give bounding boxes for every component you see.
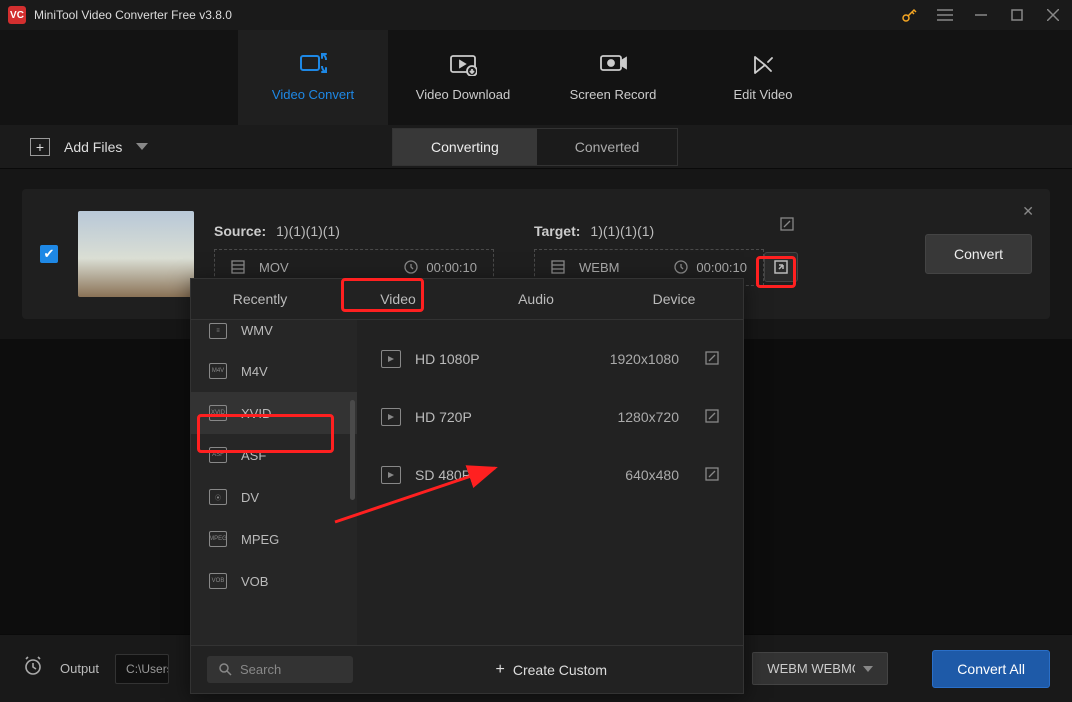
format-wmv[interactable]: ≡WMV xyxy=(191,324,357,350)
source-codec: MOV xyxy=(259,260,289,275)
m4v-icon: M4V xyxy=(209,363,227,379)
upgrade-key-icon[interactable] xyxy=(898,4,920,26)
toolbar: + Add Files Converting Converted xyxy=(0,125,1072,169)
convert-button[interactable]: Convert xyxy=(925,234,1032,274)
titlebar: VC MiniTool Video Converter Free v3.8.0 xyxy=(0,0,1072,30)
top-tabs: Video Convert Video Download Screen Reco… xyxy=(0,30,1072,125)
tab-video-download[interactable]: Video Download xyxy=(388,30,538,125)
search-icon xyxy=(219,663,232,676)
tab-label: Video Download xyxy=(416,87,510,102)
codec-icon xyxy=(231,260,245,274)
target-label: Target: xyxy=(534,223,580,239)
chevron-down-icon xyxy=(136,143,148,151)
tab-label: Edit Video xyxy=(733,87,792,102)
resolution-1080p[interactable]: HD 1080P 1920x1080 xyxy=(357,330,743,388)
format-search-input[interactable]: Search xyxy=(207,656,353,683)
target-codec: WEBM xyxy=(579,260,619,275)
create-custom-button[interactable]: + Create Custom xyxy=(496,661,608,679)
codec-icon xyxy=(551,260,565,274)
screen-record-icon xyxy=(598,53,628,77)
output-format-label: WEBM WEBMCus xyxy=(767,661,855,676)
add-files-icon: + xyxy=(30,138,50,156)
video-file-icon xyxy=(381,408,401,426)
tab-screen-record[interactable]: Screen Record xyxy=(538,30,688,125)
source-filename: 1)(1)(1)(1) xyxy=(276,223,340,239)
format-vob[interactable]: VOBVOB xyxy=(191,560,357,602)
res-dim: 1280x720 xyxy=(559,409,679,425)
source-duration: 00:00:10 xyxy=(426,260,477,275)
output-path-input[interactable]: C:\Users xyxy=(115,654,169,684)
add-files-label: Add Files xyxy=(64,139,122,155)
video-convert-icon xyxy=(298,53,328,77)
dropdown-tab-audio[interactable]: Audio xyxy=(467,279,605,319)
video-thumbnail[interactable] xyxy=(78,211,194,297)
dropdown-tab-device[interactable]: Device xyxy=(605,279,743,319)
menu-icon[interactable] xyxy=(934,4,956,26)
task-checkbox[interactable]: ✔ xyxy=(40,245,58,263)
res-edit-icon[interactable] xyxy=(705,409,719,426)
annotation-arrow xyxy=(330,460,510,530)
res-edit-icon[interactable] xyxy=(705,351,719,368)
target-filename: 1)(1)(1)(1) xyxy=(590,223,654,239)
converting-tab[interactable]: Converting xyxy=(393,129,537,165)
asf-icon: ASF xyxy=(209,447,227,463)
clock-icon xyxy=(404,260,418,274)
video-download-icon xyxy=(448,53,478,77)
minimize-icon[interactable] xyxy=(970,4,992,26)
video-file-icon xyxy=(381,350,401,368)
resolution-720p[interactable]: HD 720P 1280x720 xyxy=(357,388,743,446)
vob-icon: VOB xyxy=(209,573,227,589)
wmv-icon: ≡ xyxy=(209,323,227,339)
chevron-down-icon xyxy=(863,666,873,672)
source-label: Source: xyxy=(214,223,266,239)
search-placeholder: Search xyxy=(240,662,281,677)
target-info: Target: 1)(1)(1)(1) WEBM 00:00:10 xyxy=(534,223,798,286)
dropdown-tab-video[interactable]: Video xyxy=(329,279,467,319)
dropdown-tab-recently[interactable]: Recently xyxy=(191,279,329,319)
target-duration: 00:00:10 xyxy=(696,260,747,275)
format-xvid[interactable]: XVIDXVID xyxy=(191,392,357,434)
res-dim: 640x480 xyxy=(559,467,679,483)
tab-video-convert[interactable]: Video Convert xyxy=(238,30,388,125)
maximize-icon[interactable] xyxy=(1006,4,1028,26)
clock-icon xyxy=(674,260,688,274)
edit-video-icon xyxy=(748,53,778,77)
tab-label: Video Convert xyxy=(272,87,354,102)
source-info: Source: 1)(1)(1)(1) MOV 00:00:10 xyxy=(214,223,494,286)
remove-task-icon[interactable]: ✕ xyxy=(1022,203,1034,220)
add-files-button[interactable]: + Add Files xyxy=(30,138,148,156)
res-edit-icon[interactable] xyxy=(705,467,719,484)
xvid-icon: XVID xyxy=(209,405,227,421)
app-logo-icon: VC xyxy=(8,6,26,24)
output-format-dropdown[interactable]: WEBM WEBMCus xyxy=(752,652,888,685)
format-m4v[interactable]: M4VM4V xyxy=(191,350,357,392)
res-name: HD 1080P xyxy=(415,351,545,367)
edit-target-icon[interactable] xyxy=(780,217,794,236)
mpeg-icon: MPEG xyxy=(209,531,227,547)
tab-edit-video[interactable]: Edit Video xyxy=(688,30,838,125)
target-format-expand-button[interactable] xyxy=(764,252,798,282)
converted-tab[interactable]: Converted xyxy=(537,129,678,165)
res-dim: 1920x1080 xyxy=(559,351,679,367)
convert-all-button[interactable]: Convert All xyxy=(932,650,1050,688)
output-label: Output xyxy=(60,661,99,676)
alarm-icon[interactable] xyxy=(22,655,44,682)
app-title: MiniTool Video Converter Free v3.8.0 xyxy=(34,8,232,22)
tab-label: Screen Record xyxy=(570,87,657,102)
dv-icon: ⦿ xyxy=(209,489,227,505)
res-name: HD 720P xyxy=(415,409,545,425)
close-window-icon[interactable] xyxy=(1042,4,1064,26)
create-custom-label: Create Custom xyxy=(513,662,607,678)
